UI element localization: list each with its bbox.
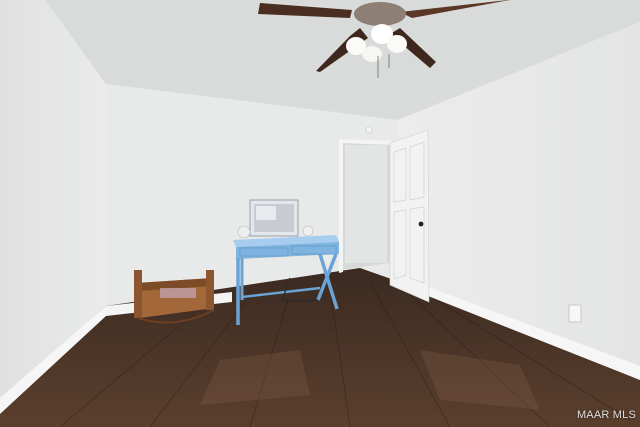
thermostat xyxy=(365,126,373,134)
fan-light xyxy=(362,46,382,62)
hallway-wall xyxy=(345,145,387,263)
wall-outlet xyxy=(568,304,582,323)
desk-ornament xyxy=(237,225,251,239)
vanity-mirror xyxy=(249,199,299,237)
fan-light xyxy=(387,35,407,53)
mls-watermark: MAAR MLS xyxy=(576,409,636,421)
fan-motor xyxy=(354,2,406,26)
open-door xyxy=(389,129,430,303)
door-knob xyxy=(418,221,424,227)
room-photo: MAAR MLS xyxy=(0,0,640,427)
room-illustration xyxy=(0,0,640,427)
desk-ornament xyxy=(302,225,314,237)
